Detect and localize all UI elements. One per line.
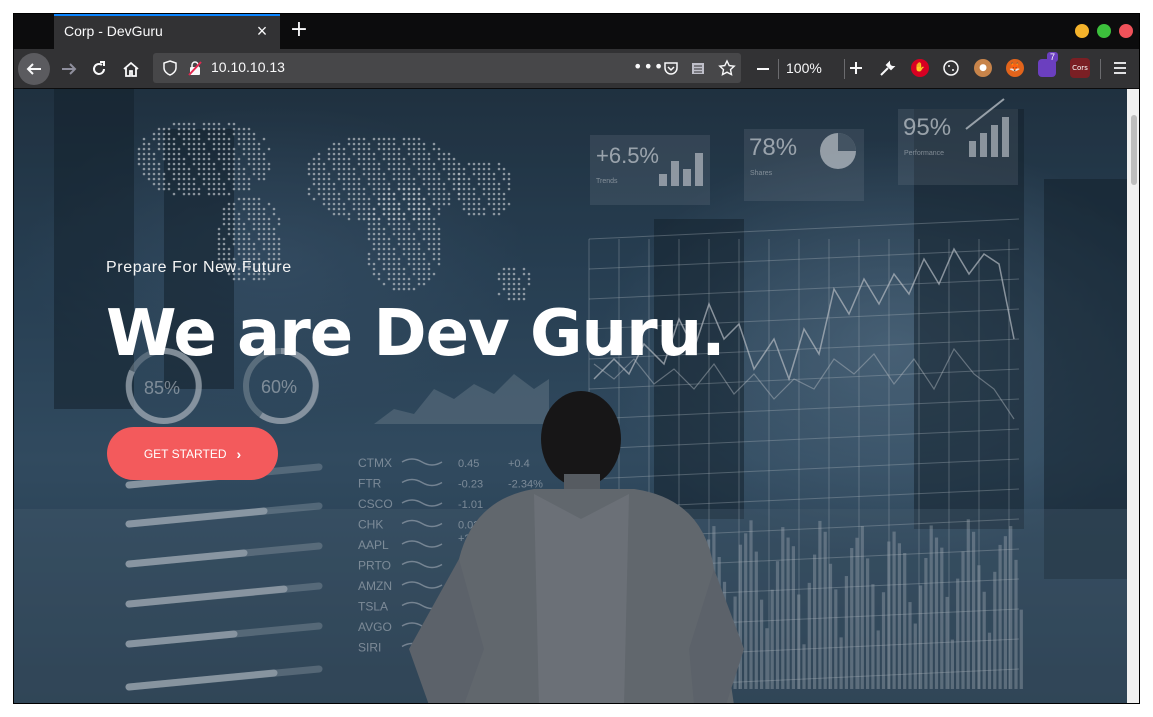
menu-icon[interactable] [1112,60,1128,76]
home-button[interactable] [116,54,146,84]
forward-arrow-icon [62,63,77,75]
ublock-icon[interactable]: ✋ [911,59,929,77]
scrollbar[interactable] [1127,89,1139,703]
cors-icon[interactable]: Cors [1070,58,1090,78]
window-controls [1075,24,1133,38]
scrollbar-thumb[interactable] [1131,115,1137,185]
reload-button[interactable] [84,54,114,84]
url-bar[interactable]: 10.10.10.13 ••• [153,53,741,83]
navigation-bar: 10.10.10.13 ••• 100% ✋ ● 🦊 7 Cors [14,49,1139,89]
get-started-label: GET STARTED [143,446,227,461]
divider [844,59,845,79]
back-arrow-icon [26,63,41,75]
close-window-button[interactable] [1119,24,1133,38]
zoom-out-icon[interactable] [755,61,771,77]
maximize-button[interactable] [1097,24,1111,38]
tab-active[interactable]: Corp - DevGuru × [54,14,280,49]
bookmark-star-icon[interactable] [718,59,736,77]
url-text: 10.10.10.13 [211,59,285,75]
back-button[interactable] [18,53,50,85]
minimize-button[interactable] [1075,24,1089,38]
reader-view-icon[interactable] [690,60,706,76]
reload-icon [93,61,105,75]
extension-badge: 7 [1047,52,1059,62]
zoom-level[interactable]: 100% [786,60,822,76]
zoom-in-icon[interactable] [848,60,864,76]
hero-subtitle: Prepare For New Future [106,259,292,276]
new-tab-icon[interactable]: + [286,17,312,43]
pocket-icon[interactable] [663,60,679,76]
page-actions-icon[interactable]: ••• [633,57,664,76]
page-viewport: +6.5% Trends 78% Shares 95% Performance [14,89,1127,703]
home-icon [123,61,139,77]
insecure-lock-icon[interactable] [187,60,203,76]
hero-title: We are Dev Guru. [106,297,725,371]
close-icon[interactable]: × [252,21,272,41]
chevron-right-icon: › [236,445,242,462]
cookie-editor-icon[interactable]: ● [974,59,992,77]
wrench-icon[interactable] [878,60,896,78]
browser-window: Corp - DevGuru × + 10.10.10.13 ••• 100% … [13,13,1140,704]
cookie-icon[interactable] [942,59,960,77]
shield-icon[interactable] [162,60,178,76]
forward-button[interactable] [54,54,84,84]
get-started-button[interactable]: GET STARTED › [107,427,278,480]
hero-background-graphic: +6.5% Trends 78% Shares 95% Performance [14,89,1127,703]
tab-strip: Corp - DevGuru × + [14,14,1139,49]
foxy-proxy-icon[interactable]: 🦊 [1006,59,1024,77]
divider [778,59,779,79]
divider [1100,59,1101,79]
tab-title: Corp - DevGuru [64,23,163,39]
